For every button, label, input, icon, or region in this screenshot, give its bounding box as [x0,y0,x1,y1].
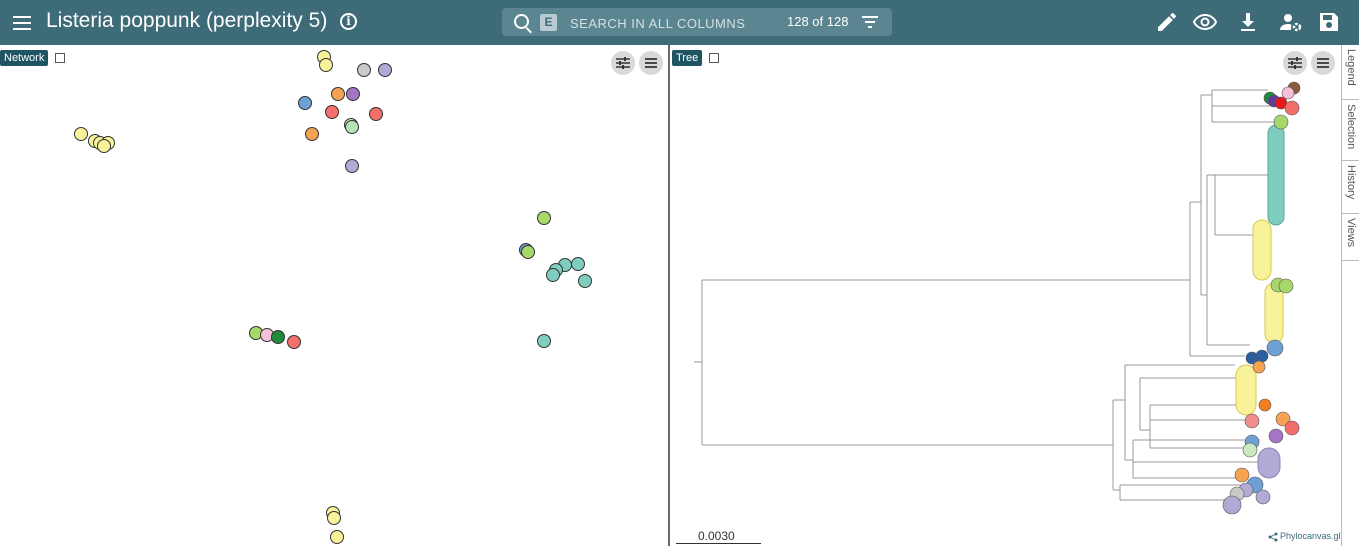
tree-tip [1234,467,1250,483]
menu-icon[interactable] [10,11,34,35]
result-count: 128 of 128 [787,14,849,29]
tree-tip [1255,489,1271,505]
top-bar: Listeria poppunk (perplexity 5) i E 128 … [0,0,1359,45]
tree-tip [1268,428,1284,444]
tree-tip [1255,349,1269,363]
network-node [369,107,383,121]
network-node [298,96,312,110]
network-node [325,105,339,119]
network-node [345,159,359,173]
network-node [319,58,333,72]
tab-legend-label: Legend [1345,49,1357,86]
user-settings-icon[interactable] [1279,10,1303,34]
tree-tip-cluster [1235,364,1257,416]
tree-tip [1252,360,1266,374]
network-node [330,530,344,544]
filter-icon[interactable] [862,16,878,28]
network-node [578,274,592,288]
tree-scale-label: 0.0030 [698,529,735,543]
tree-tip [1242,442,1258,458]
search-box[interactable]: E 128 of 128 [502,8,892,36]
network-node [537,334,551,348]
phylocanvas-logo: Phylocanvas.gl [1268,531,1341,542]
tree-tip [1222,495,1242,515]
tree-tip-cluster [1264,282,1284,344]
network-node [378,63,392,77]
search-input[interactable] [568,12,772,34]
tab-history-label: History [1345,165,1357,200]
tree-tip [1273,114,1289,130]
network-node [546,268,560,282]
tree-tip [1281,86,1295,100]
network-node [74,127,88,141]
network-node [305,127,319,141]
download-icon[interactable] [1236,10,1260,34]
network-node [327,511,341,525]
tab-legend[interactable]: Legend [1342,45,1359,100]
tree-plot[interactable] [670,45,1341,546]
search-mode-badge[interactable]: E [540,14,557,31]
edit-icon[interactable] [1155,10,1179,34]
network-node [271,330,285,344]
tree-tip [1284,420,1300,436]
page-title: Listeria poppunk (perplexity 5) [46,9,328,32]
network-node [571,257,585,271]
tab-history[interactable]: History [1342,161,1359,214]
search-icon[interactable] [514,14,529,29]
tab-views-label: Views [1345,218,1357,248]
network-node [346,87,360,101]
info-icon[interactable]: i [340,13,357,30]
network-node [357,63,371,77]
network-node [331,87,345,101]
network-node [537,211,551,225]
tree-tip [1284,100,1300,116]
tab-selection-label: Selection [1345,104,1357,150]
tree-tip-cluster [1257,447,1281,479]
network-node [287,335,301,349]
tab-views[interactable]: Views [1342,214,1359,261]
tree-tip [1266,339,1284,357]
tab-selection[interactable]: Selection [1342,100,1359,161]
tree-tip-cluster [1267,124,1285,226]
network-node [521,245,535,259]
tree-tip [1244,413,1260,429]
network-node [345,120,359,134]
side-tabs: Legend Selection History Views [1341,45,1359,546]
tree-tip [1258,398,1272,412]
tree-scale-bar [676,543,761,544]
eye-icon[interactable] [1192,10,1218,34]
network-node [97,139,111,153]
save-icon[interactable] [1317,10,1341,34]
tree-tip-cluster [1252,219,1272,281]
brand-label: Phylocanvas.gl [1280,531,1341,541]
network-plot[interactable] [0,45,668,546]
tree-tip [1278,278,1294,294]
